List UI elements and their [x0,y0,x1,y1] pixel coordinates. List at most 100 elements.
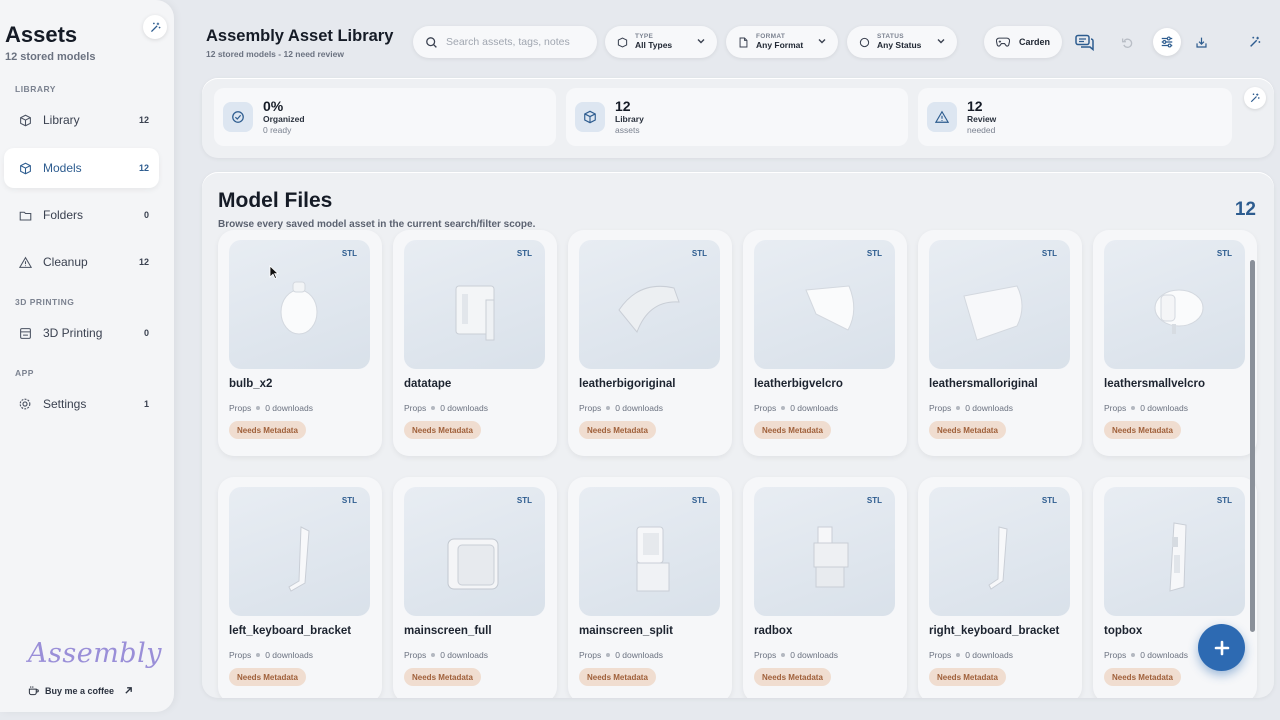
sidebar-item-settings[interactable]: Settings 1 [4,384,159,424]
model-thumbnail[interactable]: STL [1104,240,1245,369]
model-name: leatherbigvelcro [754,378,843,390]
model-card[interactable]: STL leathersmallvelcro Props 0 downloads Nee… [1093,230,1257,456]
model-card[interactable]: STL leatherbigvelcro Props 0 downloads Needs… [743,230,907,456]
format-filter-dropdown[interactable]: FORMAT Any Format [726,26,838,58]
needs-metadata-badge[interactable]: Needs Metadata [1104,668,1181,686]
files-title: Model Files [218,189,333,212]
model-name: datatape [404,378,452,390]
warning-icon [927,102,957,132]
external-arrow-icon [125,687,132,694]
sidebar-item-3d-printing[interactable]: 3D Printing 0 [4,313,159,353]
section-3d-printing: 3D PRINTING [15,297,75,307]
sidebar-item-folders[interactable]: Folders 0 [4,195,159,235]
user-profile-button[interactable]: Carden [984,26,1062,58]
stat-review: 12 Review needed [918,88,1232,146]
model-thumbnail[interactable]: STL [229,240,370,369]
sidebar-item-label: Library [43,113,80,127]
model-downloads: 0 downloads [265,403,313,413]
model-thumbnail[interactable]: STL [229,487,370,616]
model-card[interactable]: STL datatape Props 0 downloads Needs Metadat… [393,230,557,456]
model-name: mainscreen_full [404,625,492,637]
sidebar-item-library[interactable]: Library 12 [4,100,159,140]
model-meta: Props 0 downloads [929,650,1013,660]
meta-separator [1131,653,1136,657]
undo-icon [1121,37,1132,48]
sidebar-item-cleanup[interactable]: Cleanup 12 [4,242,159,282]
chat-button[interactable] [1071,28,1099,56]
model-meta: Props 0 downloads [404,650,488,660]
meta-separator [606,653,611,657]
model-card[interactable]: STL radbox Props 0 downloads Needs Metadata [743,477,907,698]
settings-sliders-button[interactable] [1153,28,1181,56]
model-downloads: 0 downloads [790,650,838,660]
magic-wand-button[interactable] [143,15,167,39]
needs-metadata-badge[interactable]: Needs Metadata [404,421,481,439]
model-card[interactable]: STL leatherbigoriginal Props 0 downloads Nee… [568,230,732,456]
magic-wand-top-button[interactable] [1241,28,1269,56]
model-thumbnail[interactable]: STL [579,487,720,616]
model-downloads: 0 downloads [265,650,313,660]
model-meta: Props 0 downloads [229,650,313,660]
model-thumbnail[interactable]: STL [754,240,895,369]
model-name: leatherbigoriginal [579,378,676,390]
model-category: Props [754,403,777,413]
chevron-down-icon [937,39,945,44]
format-badge: STL [1041,249,1057,258]
model-card[interactable]: STL bulb_x2 Props 0 downloads Needs Metadata [218,230,382,456]
model-downloads: 0 downloads [965,650,1013,660]
needs-metadata-badge[interactable]: Needs Metadata [579,668,656,686]
undo-button[interactable] [1113,28,1141,56]
search-icon [426,36,437,48]
model-name: topbox [1104,625,1143,637]
needs-metadata-badge[interactable]: Needs Metadata [1104,421,1181,439]
model-thumbnail[interactable]: STL [404,487,545,616]
format-badge: STL [691,496,707,505]
add-model-button[interactable] [1198,624,1245,671]
model-thumbnail[interactable]: STL [754,487,895,616]
buy-me-a-coffee-link[interactable]: Buy me a coffee [28,685,133,696]
model-meta: Props 0 downloads [1104,403,1188,413]
needs-metadata-badge[interactable]: Needs Metadata [579,421,656,439]
status-filter-dropdown[interactable]: STATUS Any Status [847,26,957,58]
needs-metadata-badge[interactable]: Needs Metadata [754,421,831,439]
meta-separator [256,653,261,657]
model-card[interactable]: STL leathersmalloriginal Props 0 downloads N… [918,230,1082,456]
model-preview-image [988,526,1008,590]
needs-metadata-badge[interactable]: Needs Metadata [404,668,481,686]
model-name: left_keyboard_bracket [229,625,352,637]
file-icon [737,36,749,48]
format-badge: STL [341,249,357,258]
stats-magic-wand-button[interactable] [1244,87,1266,109]
import-button[interactable] [1187,28,1215,56]
search-input[interactable]: Search assets, tags, notes [413,26,597,58]
model-thumbnail[interactable]: STL [579,240,720,369]
model-thumbnail[interactable]: STL [1104,487,1245,616]
needs-metadata-badge[interactable]: Needs Metadata [754,668,831,686]
model-card[interactable]: STL left_keyboard_bracket Props 0 downloads… [218,477,382,698]
format-badge: STL [1041,496,1057,505]
needs-metadata-badge[interactable]: Needs Metadata [229,668,306,686]
model-thumbnail[interactable]: STL [404,240,545,369]
needs-metadata-badge[interactable]: Needs Metadata [929,668,1006,686]
magic-wand-icon [1250,93,1260,103]
type-filter-dropdown[interactable]: TYPE All Types [605,26,717,58]
scrollbar[interactable] [1250,260,1255,632]
needs-metadata-badge[interactable]: Needs Metadata [229,421,306,439]
model-thumbnail[interactable]: STL [929,240,1070,369]
meta-separator [956,653,961,657]
model-card[interactable]: STL mainscreen_split Props 0 downloads Needs… [568,477,732,698]
model-card[interactable]: STL right_keyboard_bracket Props 0 download… [918,477,1082,698]
filter-value: Any Format [756,39,804,50]
check-circle-icon [223,102,253,132]
sidebar-item-label: Cleanup [43,255,88,269]
model-card[interactable]: STL mainscreen_full Props 0 downloads Needs … [393,477,557,698]
model-thumbnail[interactable]: STL [929,487,1070,616]
format-badge: STL [1216,249,1232,258]
model-category: Props [929,650,952,660]
needs-metadata-badge[interactable]: Needs Metadata [929,421,1006,439]
format-badge: STL [516,249,532,258]
model-category: Props [404,650,427,660]
sidebar-item-models[interactable]: Models 12 [4,148,159,188]
user-name: Carden [1019,37,1051,47]
model-preview-image [618,285,680,333]
